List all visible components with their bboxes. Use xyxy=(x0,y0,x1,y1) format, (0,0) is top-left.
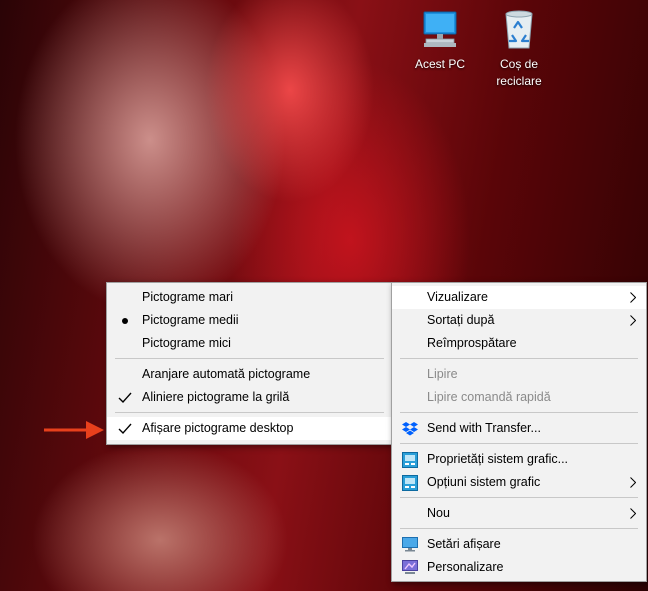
menu-item-small-icons[interactable]: Pictograme mici xyxy=(107,332,392,355)
desktop-icon-recycle-bin[interactable]: Coș de reciclare xyxy=(479,8,559,90)
intel-graphics-icon xyxy=(392,471,427,494)
chevron-right-icon xyxy=(630,292,636,303)
menu-item-label: Afișare pictograme desktop xyxy=(142,421,294,435)
menu-item-label: Sortați după xyxy=(427,313,495,327)
menu-item-label: Aranjare automată pictograme xyxy=(142,367,311,381)
menu-item-graphics-properties[interactable]: Proprietăți sistem grafic... xyxy=(392,448,646,471)
check-icon xyxy=(107,417,142,440)
desktop-icon-this-pc[interactable]: Acest PC xyxy=(400,8,480,73)
menu-item-send-with-transfer[interactable]: Send with Transfer... xyxy=(392,417,646,440)
menu-item-label: Personalizare xyxy=(427,560,504,574)
menu-item-align-to-grid[interactable]: Aliniere pictograme la grilă xyxy=(107,386,392,409)
menu-item-personalize[interactable]: Personalizare xyxy=(392,556,646,579)
dropbox-icon xyxy=(392,417,427,440)
chevron-right-icon xyxy=(630,508,636,519)
menu-item-sort-by[interactable]: Sortați după xyxy=(392,309,646,332)
menu-item-label: Opțiuni sistem grafic xyxy=(427,475,541,489)
menu-separator xyxy=(115,412,384,413)
menu-item-medium-icons[interactable]: Pictograme medii xyxy=(107,309,392,332)
menu-separator xyxy=(400,412,638,413)
menu-item-paste-shortcut[interactable]: Lipire comandă rapidă xyxy=(392,386,646,409)
menu-item-show-desktop-icons[interactable]: Afișare pictograme desktop xyxy=(107,417,392,440)
personalize-icon xyxy=(392,556,427,579)
chevron-right-icon xyxy=(630,315,636,326)
chevron-right-icon xyxy=(630,477,636,488)
menu-separator xyxy=(400,443,638,444)
menu-item-display-settings[interactable]: Setări afișare xyxy=(392,533,646,556)
menu-item-label: Send with Transfer... xyxy=(427,421,541,435)
menu-item-paste[interactable]: Lipire xyxy=(392,363,646,386)
menu-item-large-icons[interactable]: Pictograme mari xyxy=(107,286,392,309)
menu-item-auto-arrange[interactable]: Aranjare automată pictograme xyxy=(107,363,392,386)
intel-graphics-icon xyxy=(392,448,427,471)
desktop-context-menu: Vizualizare Sortați după Reîmprospătare … xyxy=(391,282,647,582)
recycle-bin-icon xyxy=(505,10,533,49)
menu-item-graphics-options[interactable]: Opțiuni sistem grafic xyxy=(392,471,646,494)
desktop-icon-label: Acest PC xyxy=(414,57,465,71)
display-settings-icon xyxy=(392,533,427,556)
menu-item-label: Reîmprospătare xyxy=(427,336,517,350)
check-icon xyxy=(107,386,142,409)
view-submenu: Pictograme mari Pictograme medii Pictogr… xyxy=(106,282,393,445)
menu-item-label: Lipire xyxy=(427,367,458,381)
menu-item-label: Vizualizare xyxy=(427,290,488,304)
menu-item-label: Nou xyxy=(427,506,450,520)
menu-item-label: Lipire comandă rapidă xyxy=(427,390,551,404)
menu-item-label: Setări afișare xyxy=(427,537,501,551)
menu-item-label: Pictograme medii xyxy=(142,313,239,327)
menu-item-new[interactable]: Nou xyxy=(392,502,646,525)
this-pc-icon xyxy=(423,11,457,47)
menu-separator xyxy=(400,358,638,359)
menu-separator xyxy=(115,358,384,359)
pointer-arrow-icon xyxy=(44,421,104,439)
menu-item-label: Pictograme mari xyxy=(142,290,233,304)
menu-item-label: Proprietăți sistem grafic... xyxy=(427,452,569,466)
menu-item-view[interactable]: Vizualizare xyxy=(392,286,646,309)
desktop-icon-label: Coș de reciclare xyxy=(496,57,542,88)
menu-item-refresh[interactable]: Reîmprospătare xyxy=(392,332,646,355)
menu-separator xyxy=(400,497,638,498)
menu-separator xyxy=(400,528,638,529)
bullet-icon xyxy=(107,309,142,332)
menu-item-label: Aliniere pictograme la grilă xyxy=(142,390,290,404)
menu-item-label: Pictograme mici xyxy=(142,336,231,350)
